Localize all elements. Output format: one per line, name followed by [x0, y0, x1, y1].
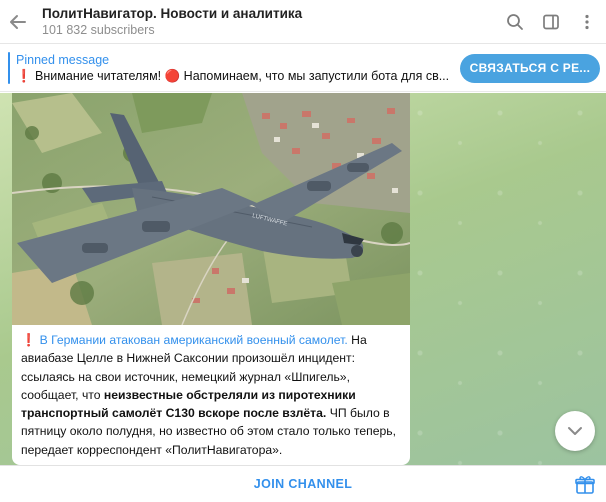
scroll-down-button[interactable] — [555, 411, 595, 451]
search-icon[interactable] — [502, 9, 528, 35]
pinned-text: ❗ Внимание читателям! 🔴 Напоминаем, что … — [16, 68, 456, 85]
exclamation-icon: ❗ — [16, 68, 32, 83]
post-photo[interactable]: LUFTWAFFE — [12, 93, 410, 325]
chat-header: ПолитНавигатор. Новости и аналитика 101 … — [0, 0, 606, 44]
gift-icon[interactable] — [574, 474, 596, 496]
message-bubble: LUFTWAFFE ❗ В Германии атакован американ… — [12, 93, 410, 465]
red-circle-icon: 🔴 — [164, 68, 181, 83]
post-headline-link[interactable]: В Германии атакован американский военный… — [40, 333, 348, 347]
chat-area: LUFTWAFFE ❗ В Германии атакован американ… — [0, 93, 606, 465]
channel-title: ПолитНавигатор. Новости и аналитика — [42, 6, 303, 21]
pinned-message-bar[interactable]: Pinned message ❗ Внимание читателям! 🔴 Н… — [0, 45, 606, 92]
join-channel-button[interactable]: JOIN CHANNEL — [254, 477, 353, 491]
chat-footer: JOIN CHANNEL — [0, 465, 606, 502]
sidebar-icon[interactable] — [538, 9, 564, 35]
contact-editor-button[interactable]: СВЯЗАТЬСЯ С РЕ... — [460, 53, 600, 83]
more-vertical-icon[interactable] — [574, 9, 600, 35]
exclamation-icon: ❗ — [21, 333, 37, 347]
pinned-label: Pinned message — [16, 52, 110, 67]
back-arrow-icon[interactable] — [0, 0, 36, 44]
pinned-text-part2: Напоминаем, что мы запустили бота для св… — [180, 68, 450, 83]
channel-info[interactable]: ПолитНавигатор. Новости и аналитика 101 … — [36, 5, 502, 38]
pinned-text-part1: Внимание читателям! — [31, 68, 165, 83]
subscriber-count: 101 832 subscribers — [42, 23, 155, 37]
chevron-down-icon — [568, 427, 582, 435]
post-text: ❗ В Германии атакован американский военн… — [21, 331, 403, 459]
